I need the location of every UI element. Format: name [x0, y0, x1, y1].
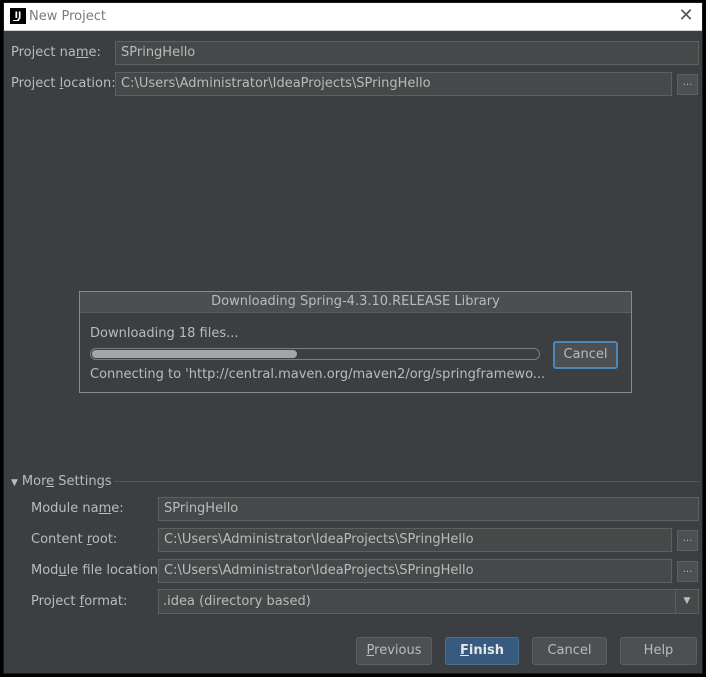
project-name-input[interactable]: SPringHello [115, 41, 699, 65]
content-root-browse-button[interactable]: ... [677, 530, 698, 551]
close-icon[interactable]: ✕ [676, 6, 696, 26]
title-bar: IJ New Project ✕ [4, 3, 702, 31]
collapse-triangle-icon: ▼ [11, 478, 18, 488]
module-file-location-input[interactable]: C:\Users\Administrator\IdeaProjects\SPri… [158, 559, 672, 583]
project-location-label: Project location: [11, 76, 116, 91]
finish-button[interactable]: Finish [445, 637, 519, 665]
help-button[interactable]: Help [620, 637, 697, 665]
project-location-browse-button[interactable]: ... [677, 74, 698, 95]
new-project-window: IJ New Project ✕ Project name: SPringHel… [3, 2, 703, 674]
project-name-label: Project name: [11, 45, 101, 60]
previous-button[interactable]: Previous [356, 637, 432, 665]
download-cancel-button[interactable]: Cancel [553, 341, 618, 369]
download-progress-bar [90, 348, 540, 360]
project-format-value: .idea (directory based) [163, 594, 311, 609]
project-location-input[interactable]: C:\Users\Administrator\IdeaProjects\SPri… [115, 72, 672, 96]
more-settings-toggle[interactable]: ▼ More Settings [11, 474, 112, 489]
download-progress-fill [92, 350, 297, 358]
project-format-select[interactable]: .idea (directory based) ▼ [158, 589, 699, 614]
download-dialog: Downloading Spring-4.3.10.RELEASE Librar… [79, 291, 632, 393]
module-name-label: Module name: [31, 501, 124, 516]
content-root-label: Content root: [31, 532, 118, 547]
intellij-app-icon: IJ [10, 8, 26, 24]
download-status-text: Downloading 18 files... [90, 326, 239, 341]
project-format-label: Project format: [31, 594, 128, 609]
cancel-button[interactable]: Cancel [532, 637, 607, 665]
download-dialog-title: Downloading Spring-4.3.10.RELEASE Librar… [80, 292, 631, 313]
dropdown-arrow-icon: ▼ [675, 590, 698, 613]
module-name-input[interactable]: SPringHello [158, 497, 699, 521]
download-connecting-text: Connecting to 'http://central.maven.org/… [90, 367, 546, 382]
module-file-location-browse-button[interactable]: ... [677, 561, 698, 582]
window-title: New Project [29, 9, 106, 24]
module-file-location-label: Module file location: [31, 563, 163, 578]
more-settings-separator [114, 481, 699, 482]
content-root-input[interactable]: C:\Users\Administrator\IdeaProjects\SPri… [158, 528, 672, 552]
